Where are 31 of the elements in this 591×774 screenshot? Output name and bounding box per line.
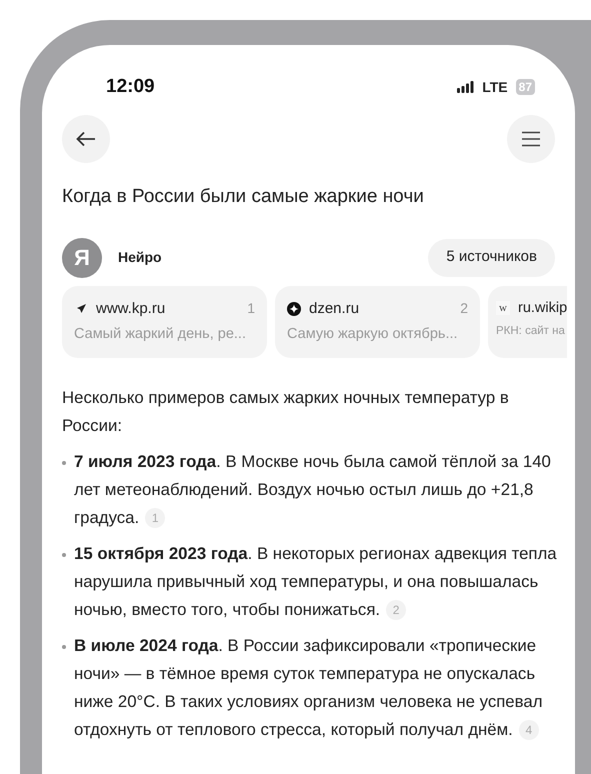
source-site: dzen.ru — [309, 298, 360, 318]
source-site: www.kp.ru — [96, 298, 166, 318]
query-title: Когда в России были самые жаркие ночи — [62, 185, 425, 209]
source-card[interactable]: dzen.ru 2 Самую жаркую октябрь... — [275, 286, 480, 358]
menu-button[interactable] — [507, 115, 555, 163]
sources-button[interactable]: 5 источников — [428, 238, 555, 276]
source-site: ru.wikip — [518, 298, 568, 318]
answer-item: 15 октября 2023 года. В некоторых регионах адвекция тепла нарушила привычный ход температуры, и она повышалась ночью, вместо того, чтобы понижаться. 2 — [74, 542, 558, 622]
source-card[interactable]: www.kp.ru 1 Самый жаркий день, ре... — [62, 286, 267, 358]
source-snippet: РКН: сайт на — [496, 324, 566, 340]
bullet-icon — [62, 552, 66, 557]
assistant-name: Нейро — [118, 248, 162, 267]
source-number: 2 — [460, 299, 468, 318]
source-card[interactable]: w ru.wikip РКН: сайт на — [488, 286, 568, 358]
answer-item: 7 июля 2023 года. В Москве ночь была самой тёплой за 140 лет метеонаблюдений. Воздух ночью остыл лишь до +21,8 градуса. 1 — [74, 450, 552, 530]
source-number: 1 — [247, 299, 255, 318]
source-snippet: Самую жаркую октябрь... — [287, 325, 459, 344]
status-time: 12:09 — [106, 74, 155, 99]
site-favicon: w — [496, 301, 510, 316]
bullet-icon — [62, 460, 66, 465]
menu-icon — [521, 131, 541, 147]
back-button[interactable] — [62, 115, 110, 163]
signal-icon — [457, 81, 474, 93]
star-logo-icon — [287, 302, 301, 316]
bullet-icon — [62, 644, 66, 649]
logo-letter: Я — [74, 244, 90, 272]
answer-intro: Несколько примеров самых жарких ночных температур в России: — [62, 386, 510, 437]
answer-item: В июле 2024 года. В России зафиксировали «тропические ночи» — в тёмное время суток температура не опускалась ниже 20°C. В таких условиях организм человека не успевал отдохнуть от теплового стресса, который получал днём. 4 — [74, 634, 544, 742]
network-label: LTE — [482, 78, 508, 96]
source-snippet: Самый жаркий день, ре... — [74, 325, 247, 344]
back-arrow-icon — [76, 131, 96, 147]
